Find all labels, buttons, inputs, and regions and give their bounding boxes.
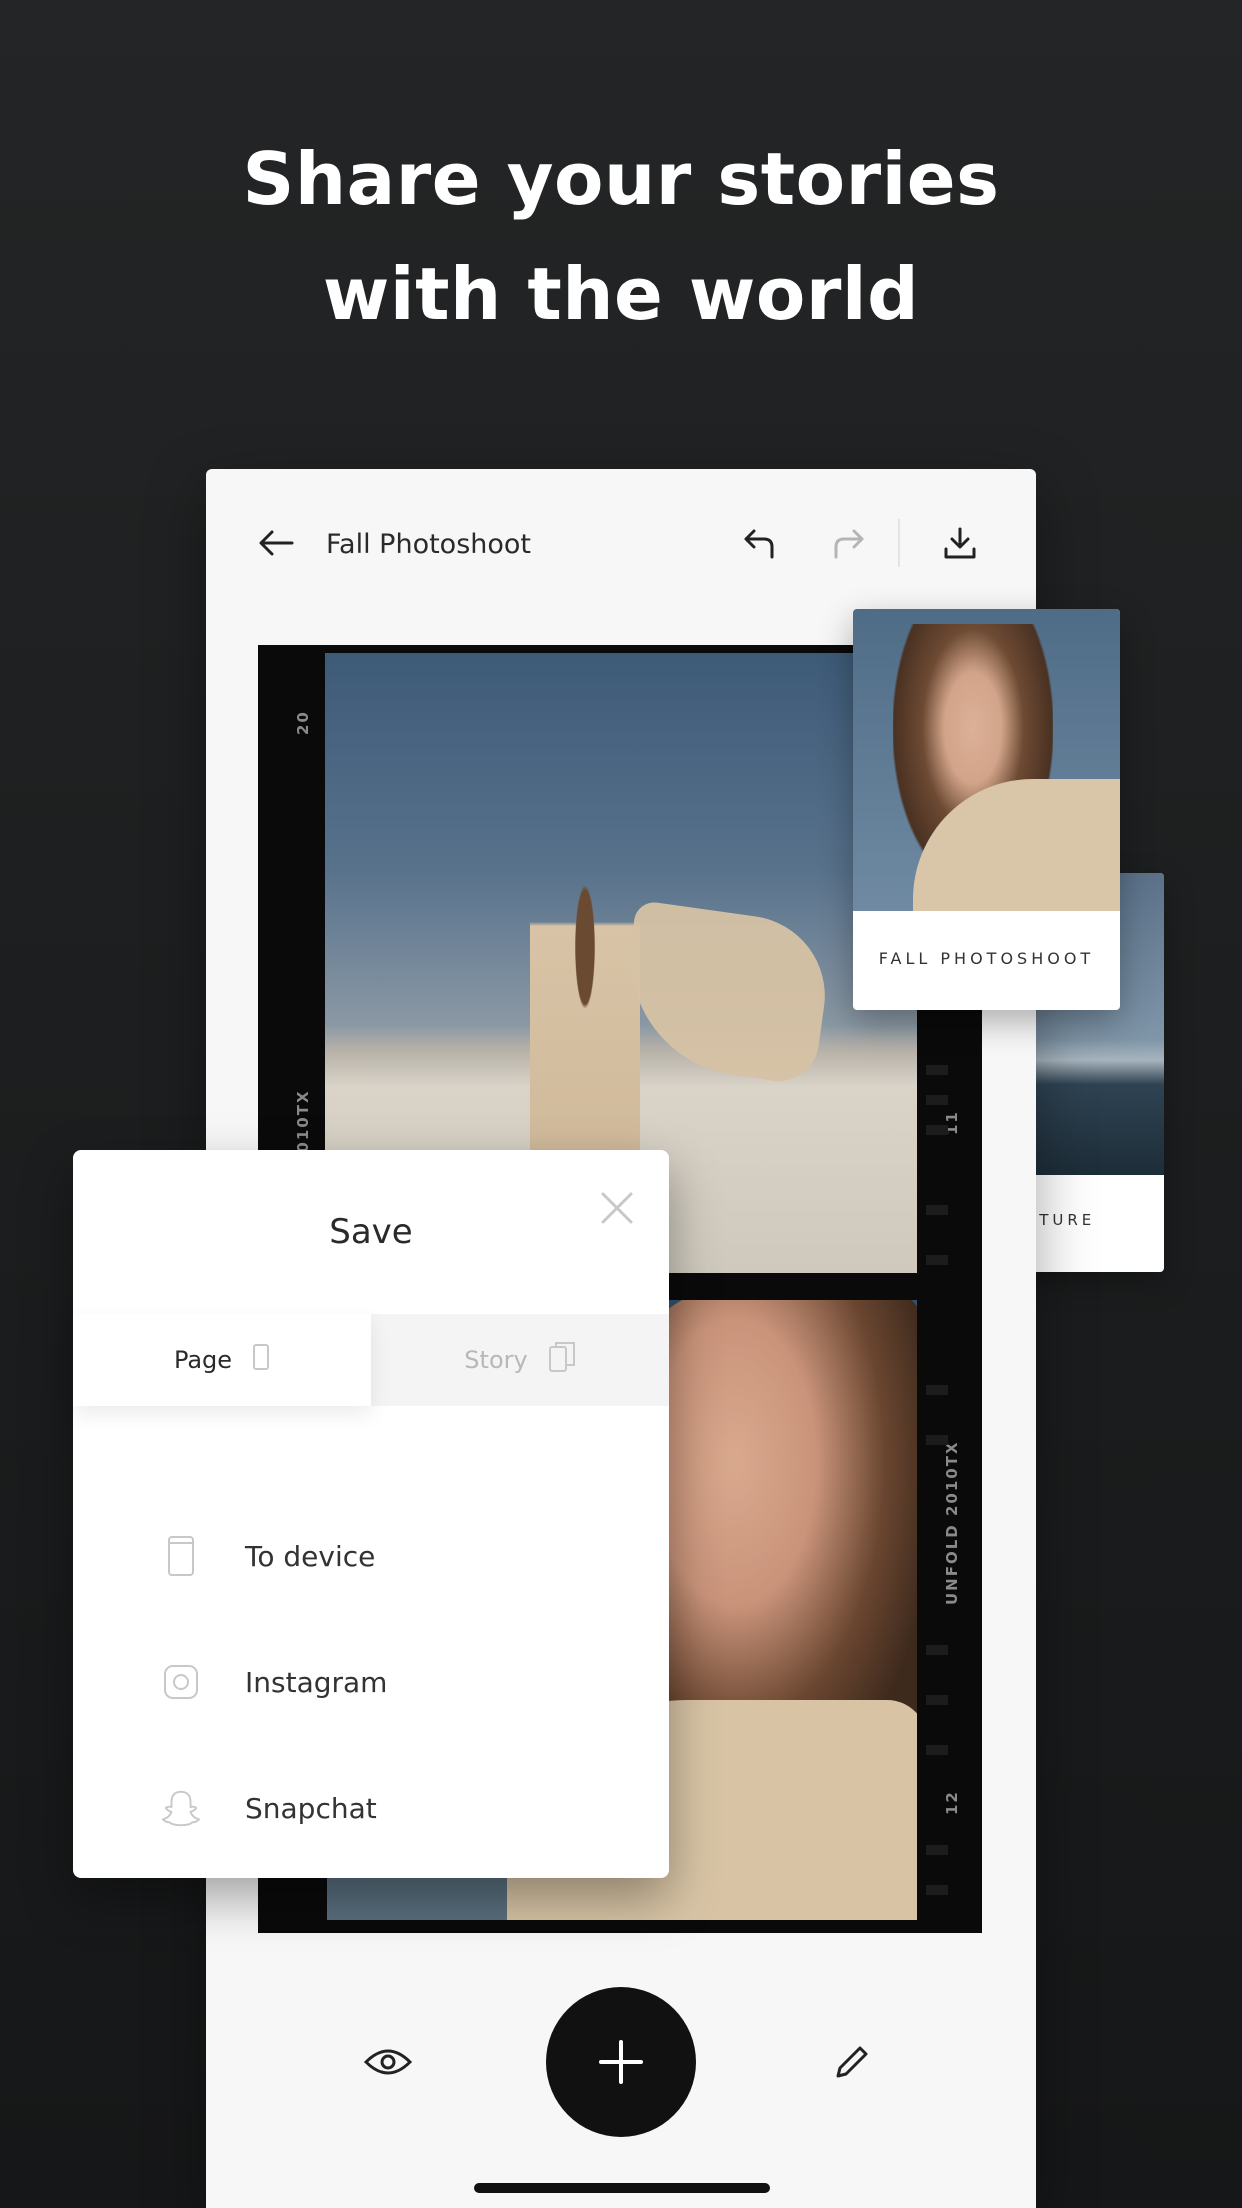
pencil-icon[interactable] [822, 2032, 882, 2092]
instagram-icon [161, 1662, 201, 1702]
film-sprocket [926, 1125, 948, 1135]
snapchat-icon [161, 1788, 201, 1828]
story-card-front-image [853, 609, 1120, 911]
save-dialog-title: Save [329, 1212, 413, 1252]
eye-icon[interactable] [358, 2032, 418, 2092]
save-dialog: Save Page Story To device Instagram Snap… [73, 1150, 669, 1878]
save-option-snapchat[interactable]: Snapchat [73, 1768, 669, 1848]
document-title: Fall Photoshoot [326, 529, 532, 560]
arrow-left-icon[interactable] [248, 515, 304, 571]
phone-icon [161, 1536, 201, 1576]
film-sprocket [926, 1255, 948, 1265]
save-option-to-device[interactable]: To device [73, 1516, 669, 1596]
film-frame-number-top: 20 [294, 710, 312, 735]
redo-icon[interactable] [820, 515, 876, 571]
film-sprocket [926, 1435, 948, 1445]
save-option-instagram-label: Instagram [245, 1665, 388, 1699]
add-button[interactable] [546, 1987, 696, 2137]
headline-line-1: Share your stories [242, 137, 1000, 221]
multi-page-icon [548, 1341, 576, 1379]
film-sprocket [926, 1845, 948, 1855]
film-frame-number-bottom: 12 [943, 1790, 961, 1815]
story-card-front-label: FALL PHOTOSHOOT [878, 949, 1095, 968]
editor-toolbar: Fall Photoshoot [206, 469, 1036, 619]
film-sprocket [926, 1645, 948, 1655]
film-sprocket [926, 1695, 948, 1705]
tab-page-label: Page [173, 1346, 233, 1374]
toolbar-divider [898, 519, 900, 567]
plus-icon [599, 2040, 643, 2084]
tab-story-label: Story [464, 1346, 528, 1374]
save-type-segmented-control: Page Story [73, 1314, 669, 1406]
single-page-icon [252, 1343, 270, 1377]
photo-fabric [614, 899, 836, 1087]
film-sprocket [926, 1385, 948, 1395]
home-indicator [474, 2183, 770, 2193]
tab-story[interactable]: Story [371, 1314, 669, 1406]
film-sprocket [926, 1745, 948, 1755]
film-sprocket [926, 1065, 948, 1075]
story-card-front[interactable]: FALL PHOTOSHOOT [853, 609, 1120, 1010]
close-icon[interactable] [595, 1186, 639, 1230]
film-sprocket [926, 1095, 948, 1105]
film-brand-right: UNFOLD 2010TX [943, 1440, 961, 1605]
headline: Share your stories with the world [0, 122, 1242, 352]
download-icon[interactable] [932, 515, 988, 571]
film-sprocket [926, 1885, 948, 1895]
film-sprocket [926, 1205, 948, 1215]
tab-page[interactable]: Page [73, 1314, 371, 1406]
undo-icon[interactable] [732, 515, 788, 571]
save-option-to-device-label: To device [245, 1539, 376, 1573]
save-option-snapchat-label: Snapchat [245, 1791, 377, 1825]
headline-line-2: with the world [322, 252, 920, 336]
save-option-instagram[interactable]: Instagram [73, 1642, 669, 1722]
